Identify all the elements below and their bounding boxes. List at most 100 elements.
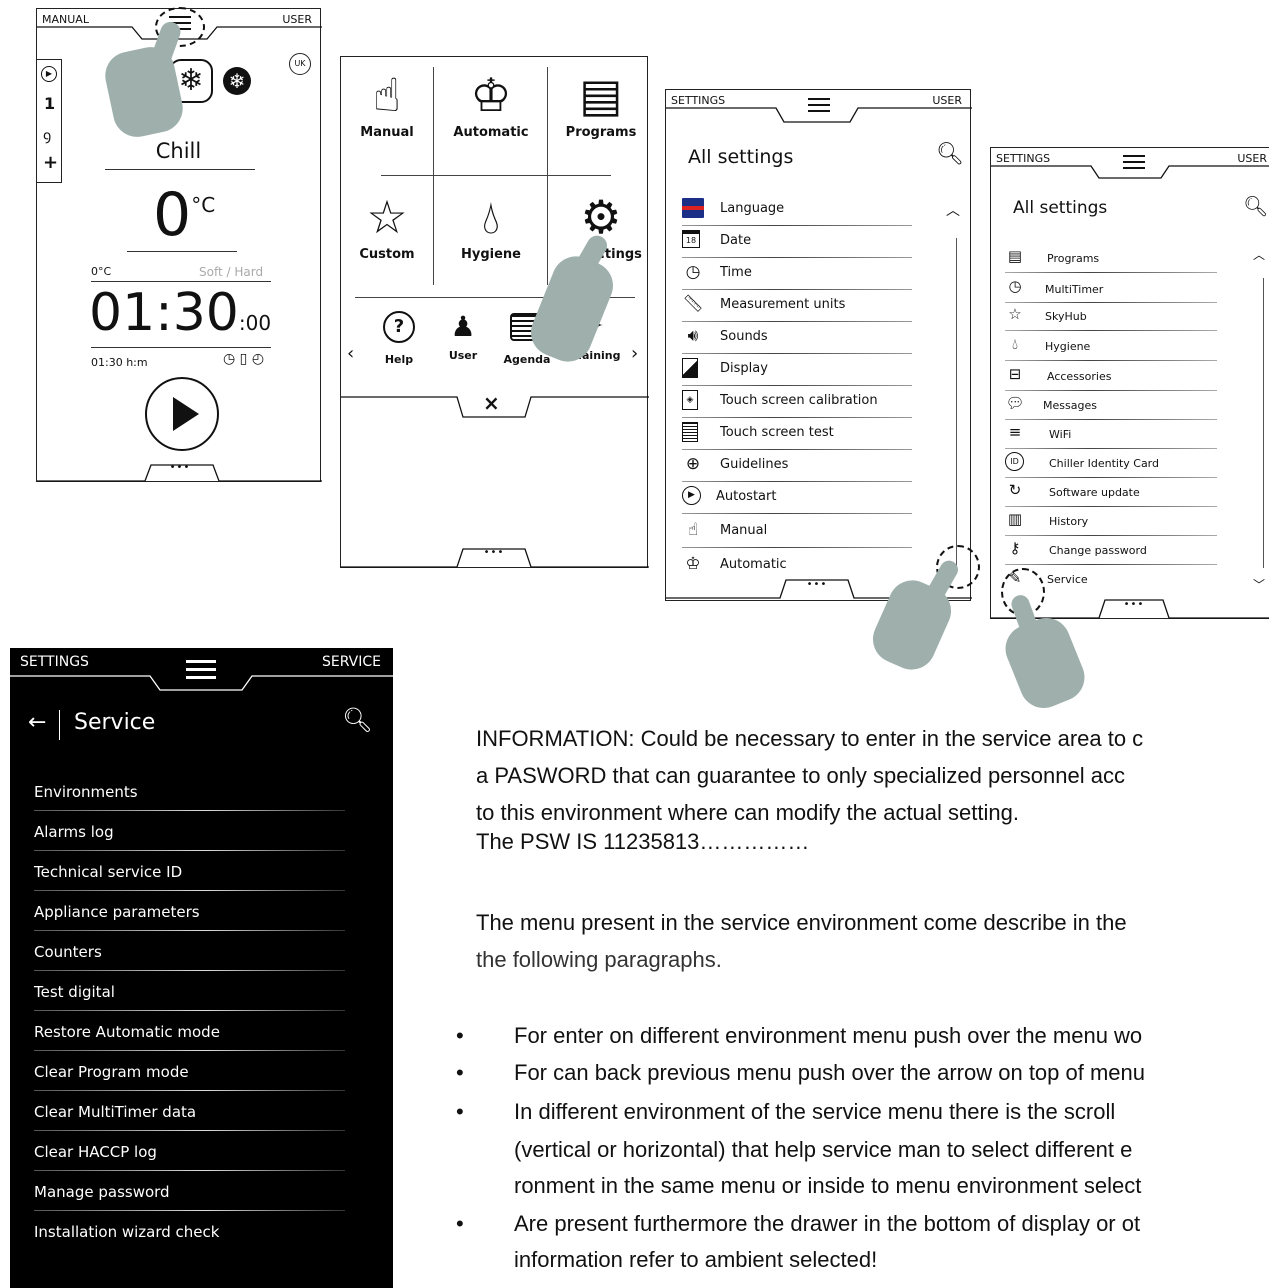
search-icon[interactable]: 🔍︎ — [936, 142, 964, 167]
scrollbar[interactable] — [956, 238, 957, 568]
touch-calibration-icon: ◈ — [682, 390, 698, 410]
tile-automatic[interactable]: ♔ Automatic — [441, 65, 541, 140]
search-icon[interactable]: 🔍︎ — [342, 706, 372, 734]
menu-grid-vline — [433, 67, 434, 285]
messages-icon: 💬︎ — [1005, 394, 1025, 412]
service-item[interactable]: Clear MultiTimer data — [34, 1091, 345, 1131]
service-item[interactable]: Appliance parameters — [34, 891, 345, 931]
settings-item[interactable]: ◈ Touch screen calibration — [682, 386, 912, 418]
drawer-handle[interactable]: ••• — [165, 462, 195, 473]
service-item[interactable]: Manage password — [34, 1171, 345, 1211]
settings-item[interactable]: ID Chiller Identity Card — [1005, 449, 1217, 478]
item-label: Clear Program mode — [34, 1063, 189, 1081]
chef-hat-icon: ♔ — [685, 554, 701, 574]
settings-item[interactable]: ↻ Software update — [1005, 478, 1217, 507]
settings-item[interactable]: Touch screen test — [682, 418, 912, 450]
service-item[interactable]: Clear Program mode — [34, 1051, 345, 1091]
menu-line: the following paragraphs. — [476, 947, 722, 972]
back-arrow-icon[interactable]: ← — [28, 710, 46, 735]
service-item[interactable]: Clear HACCP log — [34, 1131, 345, 1171]
user-icon: ♟ — [450, 310, 476, 343]
hard-chill-icon[interactable]: ❄ — [223, 67, 251, 95]
bullet-dot: • — [456, 1023, 464, 1048]
service-item[interactable]: Restore Automatic mode — [34, 1011, 345, 1051]
star-icon: ☆ — [1008, 305, 1022, 323]
settings-item[interactable]: ☆ SkyHub — [1005, 302, 1217, 331]
settings-item[interactable]: ◷ MultiTimer — [1005, 274, 1217, 303]
service-item[interactable]: Test digital — [34, 971, 345, 1011]
tile-programs[interactable]: ▤ Programs — [553, 65, 649, 140]
chevron-right-icon[interactable]: › — [631, 343, 638, 364]
service-item[interactable]: Installation wizard check — [34, 1211, 345, 1251]
soft-hard-label[interactable]: Soft / Hard — [199, 265, 263, 279]
clock-icon: ◷ — [685, 262, 701, 282]
quick-label: Help — [384, 353, 414, 366]
chevron-left-icon[interactable]: ‹ — [347, 343, 354, 364]
item-label: Date — [720, 233, 752, 248]
temperature-value[interactable]: 0°C — [153, 185, 215, 245]
item-label: Chiller Identity Card — [1049, 457, 1159, 470]
touch-test-icon — [682, 422, 698, 442]
tile-manual[interactable]: ☝ Manual — [345, 65, 429, 140]
settings-item[interactable]: ▶ Autostart — [682, 482, 912, 514]
service-item[interactable]: Technical service ID — [34, 851, 345, 891]
drawer-handle[interactable]: ••• — [1119, 599, 1149, 610]
timer-value[interactable]: 01:30:00 — [89, 281, 271, 355]
settings-item[interactable]: 💬︎ Messages — [1005, 391, 1217, 420]
menu-icon[interactable] — [808, 98, 830, 112]
settings-item[interactable]: ◷ Time — [682, 258, 912, 290]
tile-custom[interactable]: ☆ Custom — [345, 187, 429, 262]
item-label: Messages — [1043, 399, 1097, 412]
quick-user[interactable]: ♟ User — [435, 310, 491, 363]
mode-label: Chill — [155, 139, 202, 163]
uk-badge[interactable]: UK — [289, 53, 311, 75]
drawer-handle[interactable]: ••• — [802, 579, 832, 590]
close-icon[interactable]: × — [483, 391, 500, 415]
search-icon[interactable]: 🔍︎ — [1243, 194, 1268, 218]
scrollbar[interactable] — [1263, 278, 1264, 568]
settings-item[interactable]: 💧︎ Hygiene — [1005, 332, 1217, 361]
tile-label: Automatic — [453, 125, 529, 140]
menu-paragraph: The menu present in the service environm… — [476, 908, 1127, 974]
settings-item[interactable]: ≡ WiFi — [1005, 420, 1217, 449]
settings-item[interactable]: ⊟ Accessories — [1005, 362, 1217, 391]
menu-icon[interactable] — [1123, 155, 1145, 169]
settings-item[interactable]: 📏︎ Measurement units — [682, 290, 912, 322]
settings-item[interactable]: 18 Date — [682, 226, 912, 258]
chevron-up-icon[interactable]: ︿ — [1253, 246, 1265, 263]
temp-unit: °C — [191, 193, 216, 217]
settings-item[interactable]: 🔊︎ Sounds — [682, 322, 912, 354]
bullet-text: In different environment of the service … — [514, 1099, 1116, 1124]
key-icon: ⚷ — [1009, 539, 1021, 557]
menu-grid-vline — [547, 67, 548, 285]
flag-cross — [682, 206, 704, 210]
quick-label: User — [448, 349, 478, 362]
settings-item[interactable]: ⊕ Guidelines — [682, 450, 912, 482]
settings-item[interactable]: ☝ Manual — [682, 516, 912, 548]
item-label: Time — [720, 265, 752, 280]
service-item[interactable]: Counters — [34, 931, 345, 971]
service-item[interactable]: Alarms log — [34, 811, 345, 851]
tile-label: Manual — [360, 125, 414, 140]
menu-icon[interactable] — [186, 660, 216, 679]
item-label: Test digital — [34, 983, 115, 1001]
tile-label: Custom — [359, 247, 415, 262]
settings-item[interactable]: Language — [682, 194, 912, 226]
side-item-1[interactable]: 1 — [44, 94, 55, 113]
settings-item[interactable]: Display — [682, 354, 912, 386]
start-button[interactable] — [145, 377, 219, 451]
quick-help[interactable]: ? Help — [369, 311, 429, 366]
service-item[interactable]: Environments — [34, 771, 345, 811]
item-label: Environments — [34, 783, 138, 801]
settings-item[interactable]: ⚷ Change password — [1005, 536, 1217, 565]
accessories-icon: ⊟ — [1008, 365, 1022, 383]
chevron-down-icon[interactable]: ﹀ — [1253, 576, 1265, 593]
play-circle-icon[interactable]: ▶ — [41, 66, 57, 82]
settings-item[interactable]: ▥ History — [1005, 507, 1217, 536]
info-line: to this environment where can modify the… — [476, 800, 1019, 825]
settings-item[interactable]: ▤ Programs — [1005, 244, 1217, 273]
tile-hygiene[interactable]: 💧︎ Hygiene — [441, 187, 541, 262]
drawer-handle[interactable]: ••• — [479, 547, 509, 558]
history-icon: ▥ — [1007, 510, 1023, 528]
chevron-up-icon[interactable]: ︿ — [946, 200, 960, 220]
